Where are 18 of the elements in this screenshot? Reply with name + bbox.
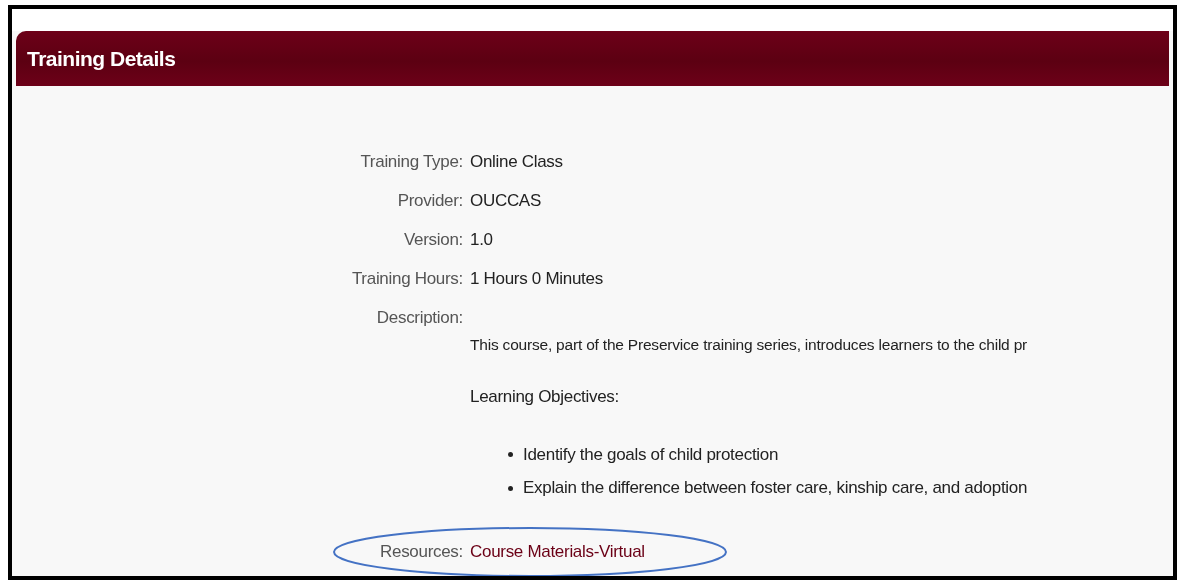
field-label: Training Hours: [351, 268, 463, 291]
objectives-heading: Learning Objectives: [470, 386, 620, 409]
bullet-icon [508, 485, 513, 491]
field-label: Version: [403, 229, 463, 252]
field-value: 1.0 [470, 229, 493, 252]
field-value: 1 Hours 0 Minutes [470, 268, 603, 291]
field-label: Provider: [397, 190, 463, 213]
field-label: Resources: [380, 541, 463, 563]
bullet-icon [508, 452, 513, 457]
field-value: OUCCAS [470, 190, 541, 213]
objective-text: Explain the difference between foster care, kinship care, and adoption [523, 477, 1028, 500]
panel-title: Training Details [27, 45, 176, 72]
objective-text: Identify the goals of child protection [523, 443, 779, 466]
resource-link[interactable]: Course Materials-Virtual [470, 539, 645, 565]
description-text: This course, part of the Preservice training series, introduces learners to the child pr [470, 335, 1029, 355]
field-label: Description: [376, 307, 463, 330]
field-value: Online Class [470, 151, 563, 174]
field-label: Training Type: [360, 151, 463, 174]
